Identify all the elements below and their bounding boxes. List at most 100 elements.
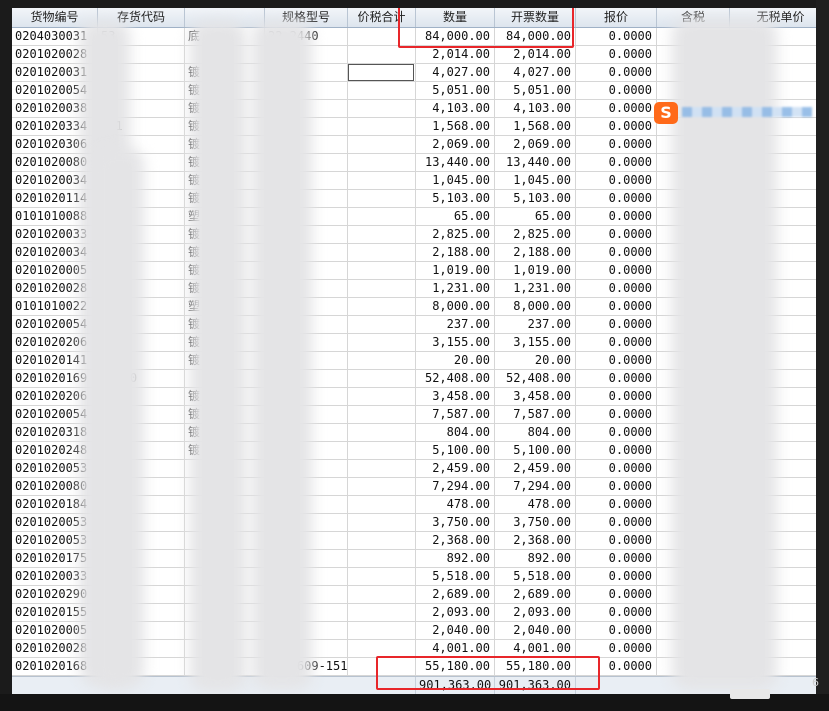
cell-quote[interactable]: 0.0000 — [576, 172, 657, 190]
cell-quantity[interactable]: 2,188.00 — [416, 244, 495, 262]
cell-invoice-quantity[interactable]: 804.00 — [495, 424, 576, 442]
cell-quote[interactable]: 0.0000 — [576, 82, 657, 100]
cell-quote[interactable]: 0.0000 — [576, 370, 657, 388]
cell-quantity[interactable]: 5,518.00 — [416, 568, 495, 586]
cell-tax-total[interactable] — [348, 442, 416, 460]
cell-quote[interactable]: 0.0000 — [576, 280, 657, 298]
cell-quantity[interactable]: 478.00 — [416, 496, 495, 514]
cell-quantity[interactable]: 3,155.00 — [416, 334, 495, 352]
cell-quantity[interactable]: 1,231.00 — [416, 280, 495, 298]
cell-quote[interactable]: 0.0000 — [576, 568, 657, 586]
cell-invoice-quantity[interactable]: 2,014.00 — [495, 46, 576, 64]
cell-quote[interactable]: 0.0000 — [576, 64, 657, 82]
cell-invoice-quantity[interactable]: 2,689.00 — [495, 586, 576, 604]
cell-invoice-quantity[interactable]: 478.00 — [495, 496, 576, 514]
cell-quote[interactable]: 0.0000 — [576, 154, 657, 172]
cell-quote[interactable]: 0.0000 — [576, 226, 657, 244]
cell-quote[interactable]: 0.0000 — [576, 46, 657, 64]
cell-tax-total[interactable] — [348, 208, 416, 226]
scrollbar-thumb[interactable] — [730, 689, 770, 699]
cell-tax-total[interactable] — [348, 244, 416, 262]
cell-invoice-quantity[interactable]: 2,069.00 — [495, 136, 576, 154]
cell-tax-total[interactable] — [348, 478, 416, 496]
cell-tax-total[interactable] — [348, 136, 416, 154]
cell-invoice-quantity[interactable]: 5,051.00 — [495, 82, 576, 100]
cell-tax-total[interactable] — [348, 226, 416, 244]
cell-tax-total[interactable] — [348, 154, 416, 172]
cell-tax-total[interactable] — [348, 172, 416, 190]
cell-quantity[interactable]: 7,294.00 — [416, 478, 495, 496]
cell-tax-total[interactable] — [348, 406, 416, 424]
cell-invoice-quantity[interactable]: 892.00 — [495, 550, 576, 568]
cell-invoice-quantity[interactable]: 1,568.00 — [495, 118, 576, 136]
cell-tax-total[interactable] — [348, 586, 416, 604]
cell-invoice-quantity[interactable]: 3,458.00 — [495, 388, 576, 406]
cell-quote[interactable]: 0.0000 — [576, 334, 657, 352]
cell-quantity[interactable]: 4,027.00 — [416, 64, 495, 82]
cell-quantity[interactable]: 2,459.00 — [416, 460, 495, 478]
cell-quantity[interactable]: 1,045.00 — [416, 172, 495, 190]
cell-tax-total[interactable] — [348, 514, 416, 532]
cell-invoice-quantity[interactable]: 1,231.00 — [495, 280, 576, 298]
cell-invoice-quantity[interactable]: 20.00 — [495, 352, 576, 370]
cell-quote[interactable]: 0.0000 — [576, 28, 657, 46]
cell-quote[interactable]: 0.0000 — [576, 604, 657, 622]
cell-invoice-quantity[interactable]: 5,518.00 — [495, 568, 576, 586]
cell-invoice-quantity[interactable]: 4,027.00 — [495, 64, 576, 82]
cell-quantity[interactable]: 13,440.00 — [416, 154, 495, 172]
cell-tax-total[interactable] — [348, 496, 416, 514]
cell-tax-total[interactable] — [348, 334, 416, 352]
cell-quote[interactable]: 0.0000 — [576, 118, 657, 136]
cell-quote[interactable]: 0.0000 — [576, 388, 657, 406]
cell-tax-total[interactable] — [348, 424, 416, 442]
cell-quantity[interactable]: 804.00 — [416, 424, 495, 442]
cell-tax-total[interactable] — [348, 568, 416, 586]
cell-tax-total[interactable] — [348, 352, 416, 370]
cell-quantity[interactable]: 5,100.00 — [416, 442, 495, 460]
cell-quote[interactable]: 0.0000 — [576, 352, 657, 370]
cell-tax-total[interactable] — [348, 280, 416, 298]
cell-tax-total[interactable] — [348, 388, 416, 406]
cell-quote[interactable]: 0.0000 — [576, 208, 657, 226]
cell-quantity[interactable]: 237.00 — [416, 316, 495, 334]
cell-quantity[interactable]: 3,750.00 — [416, 514, 495, 532]
cell-quantity[interactable]: 52,408.00 — [416, 370, 495, 388]
cell-tax-total[interactable] — [348, 316, 416, 334]
cell-invoice-quantity[interactable]: 5,103.00 — [495, 190, 576, 208]
cell-invoice-quantity[interactable]: 8,000.00 — [495, 298, 576, 316]
cell-tax-total[interactable] — [348, 532, 416, 550]
cell-tax-total[interactable] — [348, 190, 416, 208]
tax-total-edit-cell[interactable] — [348, 64, 414, 81]
cell-tax-total[interactable] — [348, 460, 416, 478]
cell-quote[interactable]: 0.0000 — [576, 496, 657, 514]
cell-tax-total[interactable] — [348, 604, 416, 622]
cell-quote[interactable]: 0.0000 — [576, 442, 657, 460]
cell-quote[interactable]: 0.0000 — [576, 316, 657, 334]
cell-quote[interactable]: 0.0000 — [576, 190, 657, 208]
cell-invoice-quantity[interactable]: 2,368.00 — [495, 532, 576, 550]
cell-tax-total[interactable] — [348, 118, 416, 136]
cell-invoice-quantity[interactable]: 2,825.00 — [495, 226, 576, 244]
cell-quote[interactable]: 0.0000 — [576, 136, 657, 154]
cell-invoice-quantity[interactable]: 3,155.00 — [495, 334, 576, 352]
cell-quantity[interactable]: 4,103.00 — [416, 100, 495, 118]
cell-quantity[interactable]: 65.00 — [416, 208, 495, 226]
cell-invoice-quantity[interactable]: 2,188.00 — [495, 244, 576, 262]
cell-quantity[interactable]: 2,368.00 — [416, 532, 495, 550]
cell-quantity[interactable]: 8,000.00 — [416, 298, 495, 316]
cell-invoice-quantity[interactable]: 2,040.00 — [495, 622, 576, 640]
cell-quantity[interactable]: 5,051.00 — [416, 82, 495, 100]
cell-quote[interactable]: 0.0000 — [576, 586, 657, 604]
cell-tax-total[interactable] — [348, 370, 416, 388]
cell-quantity[interactable]: 3,458.00 — [416, 388, 495, 406]
cell-tax-total[interactable] — [348, 46, 416, 64]
cell-tax-total[interactable] — [348, 82, 416, 100]
cell-invoice-quantity[interactable]: 65.00 — [495, 208, 576, 226]
cell-quote[interactable]: 0.0000 — [576, 550, 657, 568]
cell-tax-total[interactable] — [348, 262, 416, 280]
cell-invoice-quantity[interactable]: 7,587.00 — [495, 406, 576, 424]
cell-invoice-quantity[interactable]: 2,093.00 — [495, 604, 576, 622]
cell-tax-total[interactable] — [348, 298, 416, 316]
cell-invoice-quantity[interactable]: 5,100.00 — [495, 442, 576, 460]
cell-quote[interactable]: 0.0000 — [576, 460, 657, 478]
